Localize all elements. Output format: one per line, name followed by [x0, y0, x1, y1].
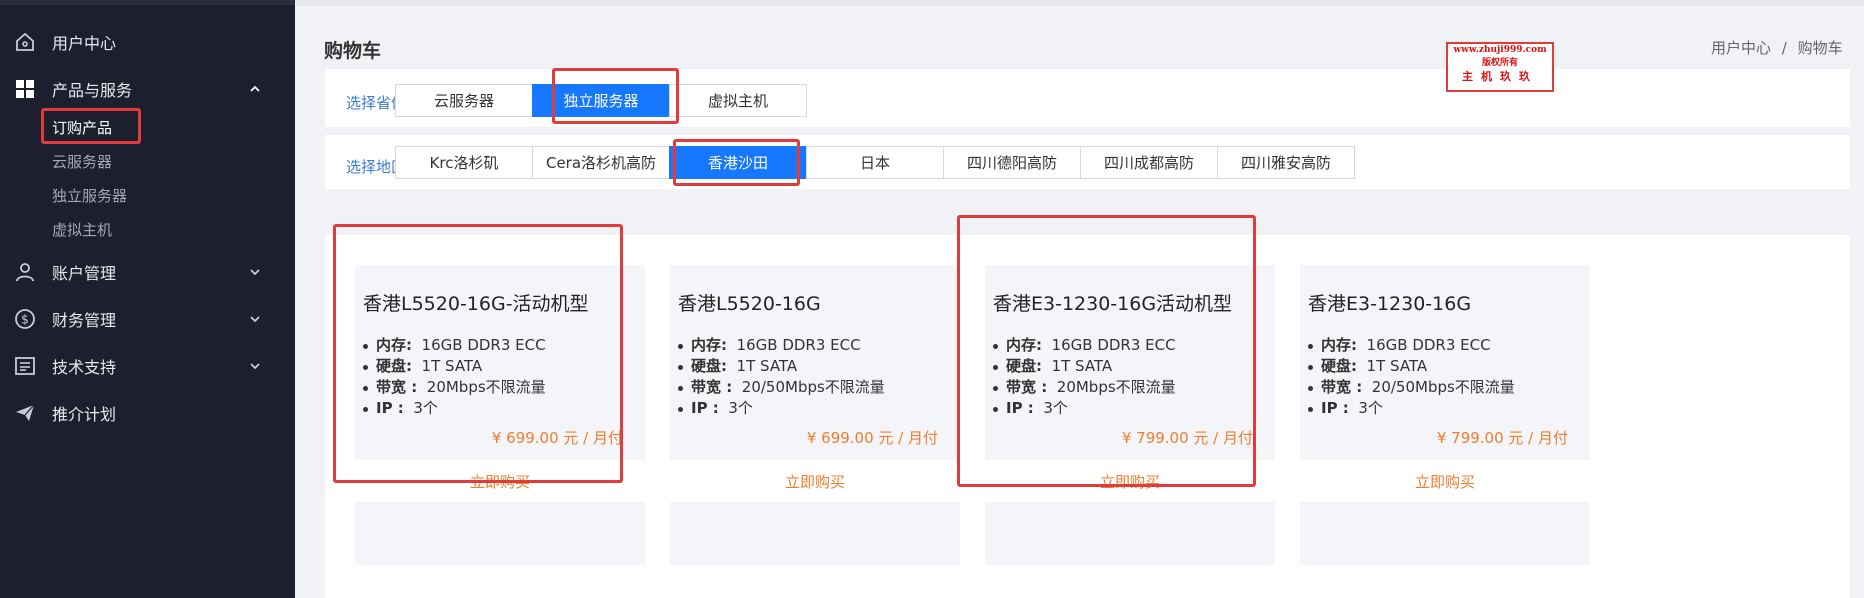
sidebar-subitem-dedicated-server[interactable]: 独立服务器: [52, 185, 127, 206]
sidebar-item-account[interactable]: 账户管理: [0, 252, 295, 292]
spec-item: IP : 3个: [678, 398, 885, 419]
user-icon: [14, 261, 36, 283]
spec-item: 硬盘: 1T SATA: [363, 356, 546, 377]
product-name: 香港E3-1230-16G: [1308, 293, 1472, 315]
send-icon: [14, 402, 36, 424]
tab-region-hk-shatin[interactable]: 香港沙田: [669, 146, 807, 179]
watermark-url: www.zhuji999.com: [1453, 45, 1547, 55]
sidebar-item-label: 产品与服务: [52, 81, 133, 100]
grid-icon: [14, 78, 36, 100]
product-name: 香港L5520-16G-活动机型: [363, 293, 589, 315]
sidebar-item-label: 财务管理: [52, 311, 117, 330]
tab-region-krc-la[interactable]: Krc洛杉矶: [395, 146, 533, 179]
spec-item: 硬盘: 1T SATA: [993, 356, 1176, 377]
product-card: 香港E3-1230-16G 内存: 16GB DDR3 ECC 硬盘: 1T S…: [1300, 265, 1590, 565]
sidebar-subitem-order-products[interactable]: 订购产品: [52, 117, 112, 138]
product-card: 香港L5520-16G 内存: 16GB DDR3 ECC 硬盘: 1T SAT…: [670, 265, 960, 565]
breadcrumb-current: 购物车: [1797, 39, 1843, 57]
product-price: ¥ 799.00 元 / 月付: [1436, 429, 1568, 447]
sidebar-item-label: 技术支持: [52, 358, 117, 377]
product-name: 香港E3-1230-16G活动机型: [993, 293, 1233, 315]
sidebar-item-products[interactable]: 产品与服务: [0, 69, 295, 109]
sidebar-item-label: 推介计划: [52, 405, 117, 424]
spec-item: 内存: 16GB DDR3 ECC: [1308, 335, 1515, 356]
document-icon: [14, 355, 36, 377]
province-filter-panel: 选择省份 云服务器 独立服务器 虚拟主机: [325, 68, 1850, 127]
product-card: 香港L5520-16G-活动机型 内存: 16GB DDR3 ECC 硬盘: 1…: [355, 265, 645, 565]
tab-dedicated-server[interactable]: 独立服务器: [532, 84, 670, 117]
sidebar-item-label: 用户中心: [52, 34, 117, 53]
sidebar-item-finance[interactable]: $ 财务管理: [0, 299, 295, 339]
spec-list: 内存: 16GB DDR3 ECC 硬盘: 1T SATA 带宽 : 20Mbp…: [993, 335, 1176, 419]
watermark-line3: 主机玖玖: [1462, 70, 1538, 83]
breadcrumb: 用户中心 / 购物车: [1711, 37, 1843, 58]
product-price: ¥ 699.00 元 / 月付: [806, 429, 938, 447]
svg-text:$: $: [21, 313, 29, 327]
tab-region-sichuan-chengdu[interactable]: 四川成都高防: [1080, 146, 1218, 179]
dollar-icon: $: [14, 308, 36, 330]
chevron-up-icon[interactable]: [245, 79, 265, 99]
spec-list: 内存: 16GB DDR3 ECC 硬盘: 1T SATA 带宽 : 20Mbp…: [363, 335, 546, 419]
watermark-stamp: www.zhuji999.com 版权所有 主机玖玖: [1446, 42, 1554, 92]
buy-now-button[interactable]: 立即购买: [670, 460, 960, 502]
tab-region-sichuan-yaan[interactable]: 四川雅安高防: [1217, 146, 1355, 179]
breadcrumb-link-user-center[interactable]: 用户中心: [1711, 39, 1771, 57]
sidebar-item-referral[interactable]: 推介计划: [0, 393, 295, 433]
product-price: ¥ 699.00 元 / 月付: [491, 429, 623, 447]
spec-item: IP : 3个: [363, 398, 546, 419]
tab-virtual-host[interactable]: 虚拟主机: [669, 84, 807, 117]
spec-item: 带宽 : 20Mbps不限流量: [993, 377, 1176, 398]
buy-now-button[interactable]: 立即购买: [985, 460, 1275, 502]
sidebar-top-strip: [0, 0, 295, 5]
spec-item: 硬盘: 1T SATA: [1308, 356, 1515, 377]
sidebar-item-support[interactable]: 技术支持: [0, 346, 295, 386]
spec-item: 带宽 : 20Mbps不限流量: [363, 377, 546, 398]
product-price: ¥ 799.00 元 / 月付: [1121, 429, 1253, 447]
breadcrumb-separator: /: [1781, 39, 1787, 57]
page-title: 购物车: [324, 40, 382, 62]
sidebar-subitem-cloud-server[interactable]: 云服务器: [52, 151, 112, 172]
buy-now-button[interactable]: 立即购买: [355, 460, 645, 502]
spec-list: 内存: 16GB DDR3 ECC 硬盘: 1T SATA 带宽 : 20/50…: [678, 335, 885, 419]
product-card: 香港E3-1230-16G活动机型 内存: 16GB DDR3 ECC 硬盘: …: [985, 265, 1275, 565]
spec-item: IP : 3个: [1308, 398, 1515, 419]
sidebar: 用户中心 产品与服务 订购产品 云服务器 独立服务器 虚拟主机 账户管理 $ 财…: [0, 0, 295, 598]
tab-region-japan[interactable]: 日本: [806, 146, 944, 179]
sidebar-subitem-virtual-host[interactable]: 虚拟主机: [52, 219, 112, 240]
sidebar-item-label: 账户管理: [52, 264, 117, 283]
spec-item: 硬盘: 1T SATA: [678, 356, 885, 377]
main-content: 购物车 用户中心 / 购物车 选择省份 云服务器 独立服务器 虚拟主机 选择地区…: [295, 0, 1864, 598]
chevron-down-icon[interactable]: [245, 309, 265, 329]
chevron-down-icon[interactable]: [245, 356, 265, 376]
tab-cloud-server[interactable]: 云服务器: [395, 84, 533, 117]
spec-item: 内存: 16GB DDR3 ECC: [678, 335, 885, 356]
product-list: 香港L5520-16G-活动机型 内存: 16GB DDR3 ECC 硬盘: 1…: [325, 215, 1850, 598]
spec-item: 带宽 : 20/50Mbps不限流量: [1308, 377, 1515, 398]
tab-region-sichuan-deyang[interactable]: 四川德阳高防: [943, 146, 1081, 179]
spec-item: 内存: 16GB DDR3 ECC: [363, 335, 546, 356]
region-filter-panel: 选择地区 Krc洛杉矶 Cera洛杉机高防 香港沙田 日本 四川德阳高防 四川成…: [325, 135, 1850, 189]
spec-item: 内存: 16GB DDR3 ECC: [993, 335, 1176, 356]
watermark-line2: 版权所有: [1481, 58, 1518, 68]
product-name: 香港L5520-16G: [678, 293, 821, 315]
spec-item: IP : 3个: [993, 398, 1176, 419]
home-icon: [14, 31, 36, 53]
sidebar-item-user-center[interactable]: 用户中心: [0, 22, 295, 62]
tab-region-cera-la[interactable]: Cera洛杉机高防: [532, 146, 670, 179]
buy-now-button[interactable]: 立即购买: [1300, 460, 1590, 502]
spec-item: 带宽 : 20/50Mbps不限流量: [678, 377, 885, 398]
spec-list: 内存: 16GB DDR3 ECC 硬盘: 1T SATA 带宽 : 20/50…: [1308, 335, 1515, 419]
chevron-down-icon[interactable]: [245, 262, 265, 282]
top-strip: [295, 0, 1864, 6]
